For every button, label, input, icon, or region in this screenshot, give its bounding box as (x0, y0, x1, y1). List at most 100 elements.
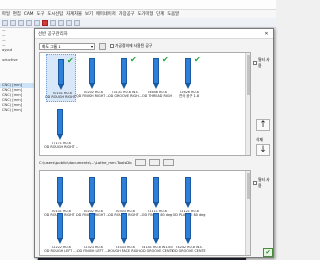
move-down-button[interactable]: ↓ (256, 144, 270, 156)
tool-item[interactable]: T0202 R0.8OD FINISH RIGHT -… (76, 54, 110, 102)
dialog-title: 선반 공구관리자 (38, 31, 68, 37)
toolbar-button[interactable] (34, 19, 40, 26)
tool-label: T0101 R0.8OD ROUGH RIGHT -… (45, 92, 79, 99)
tool-item[interactable]: T7171 R0.8 OD ROUGH RIGHT -… (44, 105, 78, 153)
turning-tool-icon (89, 177, 95, 203)
tool-label: T7171 R0.8 OD ROUGH RIGHT -… (44, 142, 78, 149)
toolbar-button[interactable] (26, 19, 32, 26)
main-toolbar (0, 18, 276, 28)
grooving-tool-icon (185, 213, 191, 239)
turning-tool-icon (89, 58, 95, 84)
menu-item[interactable]: 도구 (36, 11, 44, 17)
toolbar-button[interactable] (74, 19, 80, 26)
machine-filter-checkbox[interactable] (253, 61, 257, 65)
menu-bar: 파일 편집 CAM 도구 도시선탐 자계차물 보기 에미네이저 가장공구 도가미… (0, 10, 276, 18)
tool-label: T3131 R0.8 W3. OD GROOVE RIGH… (108, 91, 142, 98)
tool-item[interactable]: T3333 R0.8 ROUGH FACE RIGH… (108, 209, 142, 255)
used-tools-filter[interactable]: 가공정의에 사용된 공구 (110, 43, 152, 49)
tool-label: T2323 R0.8 OD FINISH LEFT -… (76, 246, 110, 253)
check-icon: ✔ (67, 56, 74, 65)
tool-label: T2626 R0.8 연삭 공구 1.8 (178, 91, 200, 98)
library-filter-toggle[interactable]: 필터 사용 (253, 177, 273, 189)
tool-item[interactable]: T2222 R0.8 OD ROUGH LEFT -… (44, 209, 78, 255)
tool-label: T2222 R0.8 OD ROUGH LEFT -… (44, 246, 78, 253)
turning-tool-icon (57, 213, 63, 239)
turning-tool-icon (57, 177, 63, 203)
check-icon: ✔ (130, 55, 137, 64)
open-library-icon[interactable] (134, 159, 146, 166)
tool-item[interactable]: ✔ T3131 R0.8 W3. OD GROOVE RIGH… (108, 54, 142, 102)
menu-item[interactable]: 보기 (85, 11, 93, 17)
library-side-controls: 필터 사용 (253, 177, 273, 191)
toolbar-button[interactable] (42, 19, 48, 26)
turning-tool-icon (185, 177, 191, 203)
used-tools-label: 가공정의에 사용된 공구 (115, 43, 153, 48)
tool-label: T4242 R0.8 W3. OD GROOVE CENTE (172, 246, 206, 253)
vertical-scrollbar[interactable] (245, 171, 250, 255)
scrollbar-thumb[interactable] (246, 173, 250, 199)
menu-item[interactable]: 도가미형 (137, 11, 153, 17)
drill-tool-icon (185, 58, 191, 84)
close-icon[interactable]: ✕ (262, 30, 271, 38)
menu-item[interactable]: 에미네이저 (96, 11, 116, 17)
machine-tool-list[interactable]: ✔ T0101 R0.8 OD ROUGH RIGHT -… T0202 R0.8… (39, 52, 251, 156)
toolbar-button[interactable] (50, 19, 56, 26)
machine-filter-label: 필터 사용 (257, 57, 270, 68)
folder-open-icon[interactable] (148, 159, 160, 166)
menu-item[interactable]: 도움말 (167, 11, 179, 17)
delete-label: 삭제 (256, 137, 263, 142)
move-up-button[interactable]: ↑ (256, 119, 270, 131)
check-icon: ✔ (162, 55, 169, 64)
check-icon: ✔ (194, 55, 201, 64)
machine-filter-toggle[interactable]: 필터 사용 (253, 57, 273, 69)
menu-item[interactable]: 단계 (156, 11, 164, 17)
tool-label: T3333 R0.8 ROUGH FACE RIGH… (108, 246, 142, 253)
toolbar-button[interactable] (10, 19, 16, 26)
operations-manager-panel: — — — — ayout uductive CNC) [mm] CNC) [m… (0, 28, 38, 260)
facing-tool-icon (121, 213, 127, 239)
tool-label: T4646 R0.8 OD THREAD RIGH (141, 91, 173, 98)
app-titlebar (0, 0, 276, 10)
toolbar-button[interactable] (58, 19, 64, 26)
turning-tool-icon (58, 59, 64, 85)
library-filter-label: 필터 사용 (257, 177, 270, 188)
tool-item[interactable]: ✔ T4646 R0.8 OD THREAD RIGH (142, 54, 172, 102)
turning-tool-icon (153, 177, 159, 203)
tool-item[interactable]: ✔ T2626 R0.8 연삭 공구 1.8 (174, 54, 204, 102)
tool-item[interactable]: T2323 R0.8 OD FINISH LEFT -… (76, 209, 110, 255)
vertical-scrollbar[interactable] (245, 53, 250, 155)
menu-item[interactable]: 가장공구 (119, 11, 135, 17)
ok-button[interactable]: ✔ (263, 248, 273, 257)
library-path-bar: C:\users\public\documents\...\Lathe_mm.T… (39, 158, 251, 167)
library-filter-checkbox[interactable] (253, 181, 257, 185)
menu-item[interactable]: 파일 (2, 11, 10, 17)
scrollbar-thumb[interactable] (246, 55, 250, 95)
library-tool-list[interactable]: T0101 R0.8OD ROUGH RIGHT -… T0202 R0.8OD… (39, 170, 251, 256)
save-icon[interactable] (162, 159, 174, 166)
used-tools-checkbox[interactable] (110, 44, 114, 48)
dialog-toolbar: 화도 그룹 1 ▾ 가공정의에 사용된 공구 (39, 42, 152, 50)
toolbar-button[interactable] (66, 19, 72, 26)
menu-item[interactable]: 편집 (13, 11, 21, 17)
menu-item[interactable]: 자계차물 (66, 11, 82, 17)
tree-item[interactable]: CNC) [mm] (0, 108, 37, 113)
tool-label: T4141 R0.8 W1.85 OD GROOVE CENTE (140, 246, 174, 253)
turning-tool-icon (121, 177, 127, 203)
menu-item[interactable]: CAM (24, 12, 34, 17)
tool-item[interactable]: ✔ T0101 R0.8 OD ROUGH RIGHT -… (45, 54, 79, 102)
folder-icon[interactable] (99, 42, 106, 50)
turning-tool-icon (89, 213, 95, 239)
machine-group-value: 화도 그룹 1 (42, 43, 61, 49)
dialog-titlebar: 선반 공구관리자 ✕ (35, 29, 273, 39)
toolbar-button[interactable] (18, 19, 24, 26)
grooving-tool-icon (153, 213, 159, 239)
chevron-down-icon: ▾ (90, 43, 93, 49)
tool-label: T0202 R0.8OD FINISH RIGHT -… (76, 91, 110, 98)
machine-group-select[interactable]: 화도 그룹 1 ▾ (39, 42, 95, 50)
threading-tool-icon (153, 58, 159, 84)
library-path: C:\users\public\documents\...\Lathe_mm.T… (39, 160, 132, 165)
tool-item[interactable]: T4242 R0.8 W3. OD GROOVE CENTE (172, 209, 206, 255)
toolbar-button[interactable] (2, 19, 8, 26)
tool-item[interactable]: T4141 R0.8 W1.85 OD GROOVE CENTE (140, 209, 174, 255)
menu-item[interactable]: 도시선탐 (47, 11, 63, 17)
